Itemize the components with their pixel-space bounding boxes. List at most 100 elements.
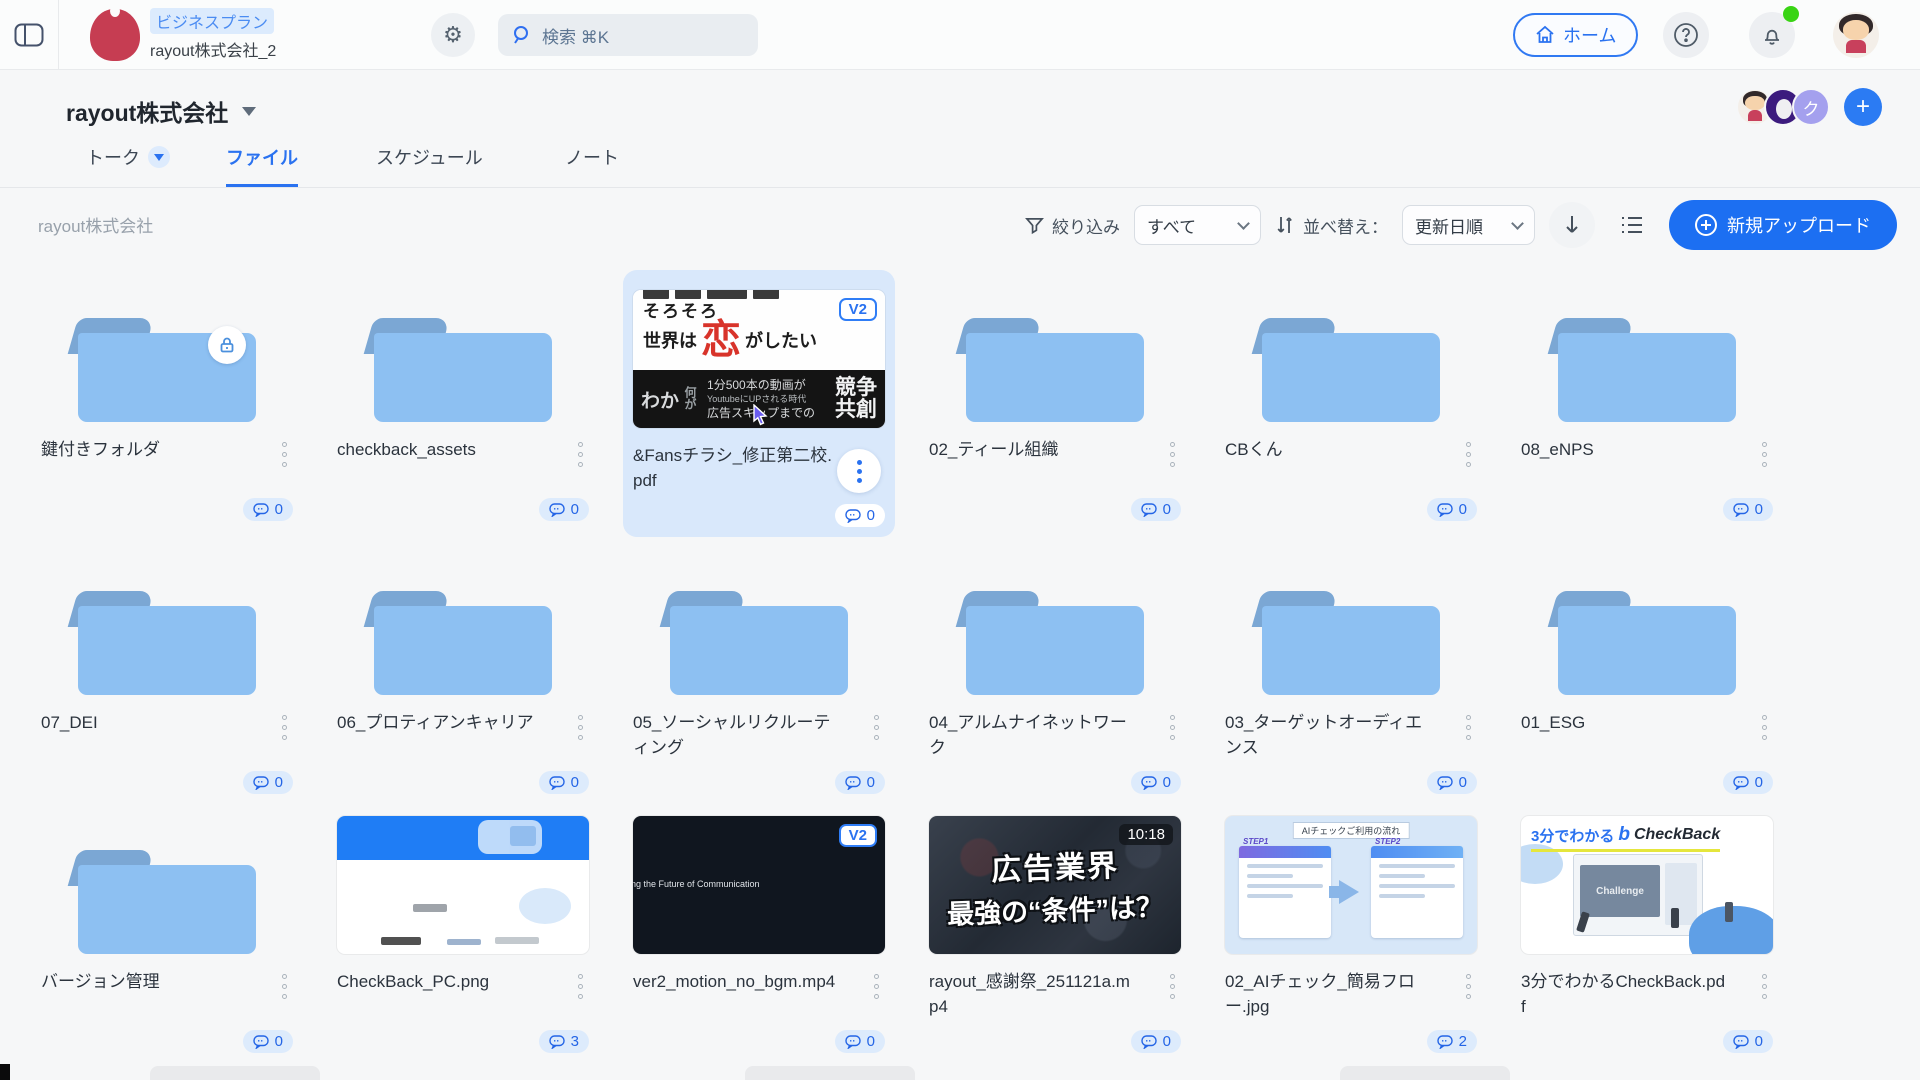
add-member-button[interactable]: + (1844, 88, 1882, 126)
file-item[interactable]: CheckBack_PC.png 3 (337, 812, 589, 1053)
item-menu-button[interactable] (874, 970, 885, 1028)
folder-item[interactable]: 08_eNPS 0 (1521, 280, 1773, 535)
folder-item[interactable]: 05_ソーシャルリクルーティング 0 (633, 553, 885, 794)
arrow-down-icon (1562, 214, 1582, 236)
search-input[interactable]: 検索 ⌘K (498, 14, 758, 56)
item-menu-button[interactable] (578, 438, 589, 496)
comment-count-badge[interactable]: 3 (539, 1030, 589, 1053)
folder-icon[interactable] (1558, 591, 1736, 695)
folder-icon[interactable] (374, 318, 552, 422)
tab-talk[interactable]: トーク (86, 144, 170, 184)
tab-notes[interactable]: ノート (565, 144, 619, 184)
member-avatar-3[interactable]: ク (1792, 88, 1830, 126)
file-item[interactable]: AIチェックご利用の流れ STEP1 STEP2 02_AIチェック_簡易フロー… (1225, 812, 1477, 1053)
comment-count-badge[interactable]: 0 (1131, 771, 1181, 794)
file-thumbnail[interactable]: V2 そろそろ 世界は恋がしたい わか何が 1分500本の動画がYoutubeに… (633, 290, 885, 428)
item-menu-button[interactable] (578, 970, 589, 1028)
comment-count-badge[interactable]: 0 (243, 1030, 293, 1053)
item-menu-button[interactable] (1466, 711, 1477, 769)
comment-count-badge[interactable]: 0 (835, 504, 885, 527)
list-view-button[interactable] (1609, 202, 1655, 248)
tab-schedule[interactable]: スケジュール (376, 144, 483, 184)
folder-icon[interactable] (966, 318, 1144, 422)
folder-item[interactable]: 04_アルムナイネットワーク 0 (929, 553, 1181, 794)
folder-item[interactable]: 07_DEI 0 (41, 553, 293, 794)
item-menu-button[interactable] (1466, 438, 1477, 496)
file-item[interactable]: 10:18 広告業界 最強の“条件”は？ rayout_感謝祭_251121a.… (929, 812, 1181, 1053)
item-menu-button[interactable] (282, 711, 293, 769)
file-thumbnail[interactable] (337, 816, 589, 954)
sort-select[interactable]: 更新日順 (1402, 205, 1535, 245)
comment-count-badge[interactable]: 2 (1427, 1030, 1477, 1053)
file-thumbnail[interactable]: 10:18 広告業界 最強の“条件”は？ (929, 816, 1181, 954)
item-menu-button[interactable] (1170, 711, 1181, 769)
folder-icon[interactable] (78, 318, 256, 422)
folder-item[interactable]: 鍵付きフォルダ 0 (41, 280, 293, 535)
folder-icon[interactable] (78, 850, 256, 954)
sort-direction-button[interactable] (1549, 202, 1595, 248)
folder-item[interactable]: 03_ターゲットオーディエンス 0 (1225, 553, 1477, 794)
folder-item[interactable]: 01_ESG 0 (1521, 553, 1773, 794)
file-thumbnail[interactable]: V2 ing the Future of Communication (633, 816, 885, 954)
chevron-down-icon (1237, 217, 1250, 230)
filter-select[interactable]: すべて (1134, 205, 1261, 245)
folder-icon[interactable] (670, 591, 848, 695)
item-menu-button[interactable] (1762, 438, 1773, 496)
workspace-logo[interactable] (90, 9, 140, 61)
comment-count-badge[interactable]: 0 (1131, 1030, 1181, 1053)
home-button[interactable]: ホーム (1513, 13, 1638, 57)
folder-icon[interactable] (1558, 318, 1736, 422)
comment-count-badge[interactable]: 0 (1427, 771, 1477, 794)
file-item[interactable]: 3分でわかる b CheckBack Challenge 3分でわかるCheck… (1521, 812, 1773, 1053)
folder-item[interactable]: CBくん 0 (1225, 280, 1477, 535)
comment-count-badge[interactable]: 0 (1427, 498, 1477, 521)
item-menu-button[interactable] (1762, 970, 1773, 1028)
breadcrumb[interactable]: rayout株式会社 (38, 212, 153, 237)
item-menu-button[interactable] (837, 449, 881, 493)
comment-count-badge[interactable]: 0 (835, 771, 885, 794)
folder-item[interactable]: checkback_assets 0 (337, 280, 589, 535)
item-menu-button[interactable] (578, 711, 589, 769)
sidebar-toggle-icon[interactable] (12, 20, 46, 50)
settings-gear-icon[interactable]: ⚙ (431, 13, 475, 57)
comment-count-badge[interactable]: 0 (1723, 771, 1773, 794)
item-menu-button[interactable] (1762, 711, 1773, 769)
item-menu-button[interactable] (1170, 438, 1181, 496)
item-menu-button[interactable] (1466, 970, 1477, 1028)
file-thumbnail[interactable]: AIチェックご利用の流れ STEP1 STEP2 (1225, 816, 1477, 954)
comment-count-badge[interactable]: 0 (539, 771, 589, 794)
folder-item[interactable]: 06_プロティアンキャリア 0 (337, 553, 589, 794)
folder-icon[interactable] (1262, 318, 1440, 422)
file-item-selected[interactable]: V2 そろそろ 世界は恋がしたい わか何が 1分500本の動画がYoutubeに… (623, 270, 895, 537)
comment-count-badge[interactable]: 0 (243, 498, 293, 521)
folder-item[interactable]: 02_ティール組織 0 (929, 280, 1181, 535)
file-item[interactable]: V2 ing the Future of Communication ver2_… (633, 812, 885, 1053)
item-menu-button[interactable] (874, 711, 885, 769)
folder-icon[interactable] (966, 591, 1144, 695)
item-menu-button[interactable] (282, 970, 293, 1028)
folder-icon[interactable] (374, 591, 552, 695)
comment-count-badge[interactable]: 0 (243, 771, 293, 794)
folder-item[interactable]: バージョン管理 0 (41, 812, 293, 1053)
comment-icon (1437, 503, 1453, 517)
room-title-dropdown[interactable]: rayout株式会社 (66, 94, 256, 128)
talk-dropdown-icon[interactable] (148, 146, 170, 168)
folder-icon[interactable] (1262, 591, 1440, 695)
tab-files[interactable]: ファイル (226, 144, 298, 187)
comment-count-badge[interactable]: 0 (1723, 498, 1773, 521)
folder-icon[interactable] (78, 591, 256, 695)
comment-count-badge[interactable]: 0 (1723, 1030, 1773, 1053)
user-avatar[interactable] (1833, 12, 1879, 58)
screen-corner-artifact (0, 1064, 10, 1080)
help-button[interactable] (1663, 12, 1709, 58)
comment-count-badge[interactable]: 0 (539, 498, 589, 521)
item-menu-button[interactable] (1170, 970, 1181, 1028)
new-upload-button[interactable]: 新規アップロード (1669, 200, 1897, 250)
item-menu-button[interactable] (282, 438, 293, 496)
file-thumbnail[interactable]: 3分でわかる b CheckBack Challenge (1521, 816, 1773, 954)
item-name: 07_DEI (41, 711, 98, 769)
comment-count-badge[interactable]: 0 (1131, 498, 1181, 521)
workspace-info[interactable]: ビジネスプラン rayout株式会社_2 (150, 8, 276, 61)
filter-button[interactable]: 絞り込み (1025, 213, 1120, 238)
comment-count-badge[interactable]: 0 (835, 1030, 885, 1053)
